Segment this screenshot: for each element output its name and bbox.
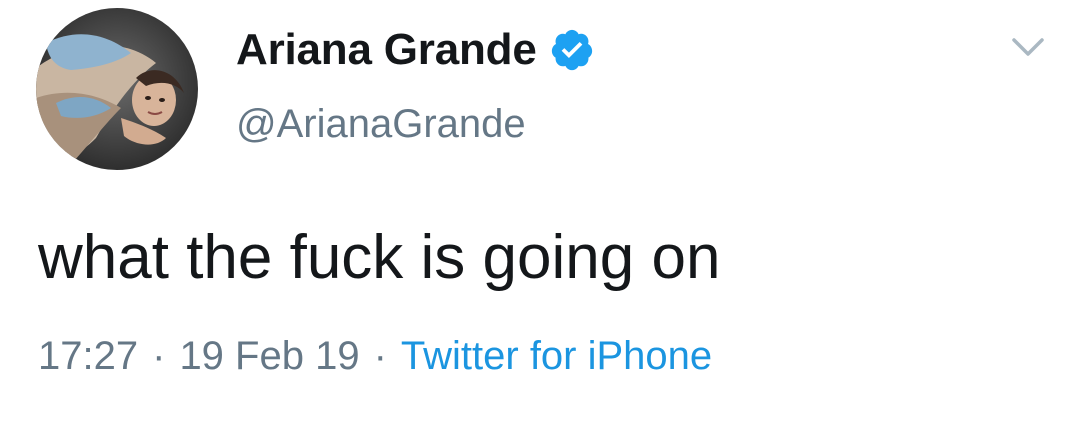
verified-badge-icon (549, 27, 595, 73)
tweet-card: Ariana Grande @ArianaGrande what the fuc… (0, 0, 1080, 428)
author-name-row: Ariana Grande (236, 22, 595, 78)
separator: · (373, 334, 387, 378)
display-name[interactable]: Ariana Grande (236, 25, 537, 75)
avatar[interactable] (36, 8, 198, 170)
avatar-photo (36, 8, 198, 170)
tweet-text: what the fuck is going on (38, 223, 721, 292)
tweet-source-link[interactable]: Twitter for iPhone (401, 334, 712, 379)
author-handle[interactable]: @ArianaGrande (236, 102, 526, 147)
tweet-time[interactable]: 17:27 (38, 334, 138, 379)
tweet-metadata: 17:27 · 19 Feb 19 · Twitter for iPhone (38, 334, 712, 379)
tweet-date[interactable]: 19 Feb 19 (179, 334, 359, 379)
separator: · (152, 334, 166, 378)
chevron-down-icon[interactable] (1008, 32, 1048, 62)
